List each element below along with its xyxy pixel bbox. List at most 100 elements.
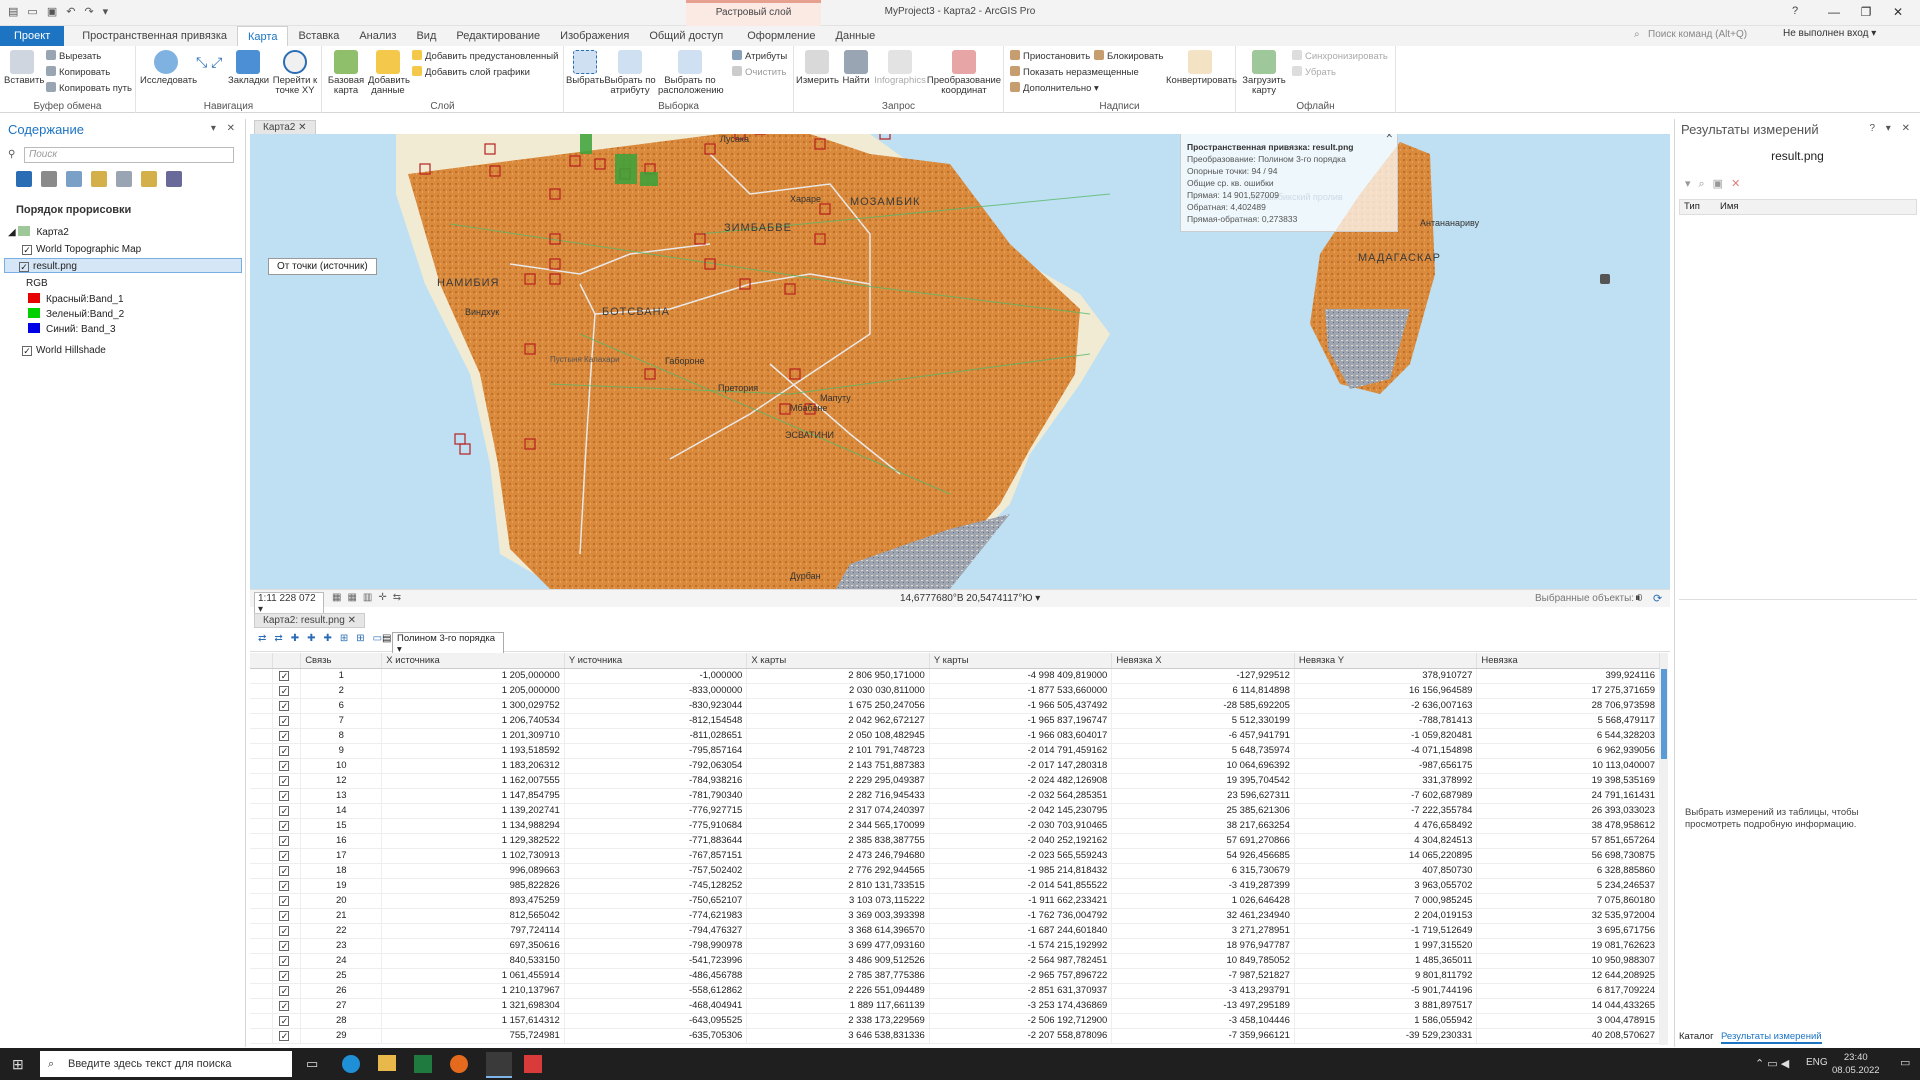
tab-edit[interactable]: Редактирование [446, 26, 550, 46]
layer-visibility-checkbox[interactable]: ✓ [19, 262, 29, 272]
check-icon[interactable]: ✓ [279, 791, 290, 801]
check-icon[interactable]: ✓ [279, 941, 290, 951]
show-unplaced-button[interactable]: Показать неразмещенные [1010, 66, 1139, 78]
layer-visibility-checkbox[interactable]: ✓ [22, 245, 32, 255]
row-header[interactable] [250, 893, 273, 909]
row-header[interactable] [250, 923, 273, 939]
data-source-icon[interactable] [41, 171, 57, 187]
selected-features-count[interactable]: Выбранные объекты: 0 [1535, 593, 1642, 604]
arcgis-pro-icon[interactable] [486, 1052, 512, 1078]
table-row[interactable]: ✓ 7 1 206,740534 -812,154548 2 042 962,67212… [250, 713, 1660, 729]
row-header[interactable] [250, 668, 273, 684]
layer-visibility-checkbox[interactable]: ✓ [22, 346, 32, 356]
layer-world-hillshade[interactable]: ✓ World Hillshade [22, 343, 106, 358]
row-header[interactable] [250, 698, 273, 714]
check-icon[interactable]: ✓ [279, 761, 290, 771]
notifications-icon[interactable]: ▭ [1900, 1056, 1910, 1069]
check-icon[interactable]: ✓ [279, 926, 290, 936]
find-button[interactable]: Найти [838, 50, 874, 86]
tab-georeference[interactable]: Пространственная привязка [72, 26, 237, 46]
table-row[interactable]: ✓ 13 1 147,854795 -781,790340 2 282 716,9454… [250, 788, 1660, 804]
check-icon[interactable]: ✓ [279, 851, 290, 861]
row-header[interactable] [250, 788, 273, 804]
table-row[interactable]: ✓ 6 1 300,029752 -830,923044 1 675 250,24705… [250, 698, 1660, 714]
file-explorer-icon[interactable] [378, 1055, 396, 1071]
map-nav-tools-icon[interactable]: ▦▦▥✛⇆ [332, 592, 407, 603]
row-header[interactable] [250, 773, 273, 789]
table-row[interactable]: ✓ 9 1 193,518592 -795,857164 2 101 791,74872… [250, 743, 1660, 759]
filter-icon[interactable]: ⚲ [8, 149, 15, 160]
convert-coordinates-button[interactable]: Преобразование координат [926, 50, 1002, 96]
map-view[interactable]: НАМИБИЯ БОТСВАНА ЗИМБАБВЕ МОЗАМБИК МАДАГ… [250, 134, 1670, 589]
copy-button[interactable]: Копировать [46, 66, 110, 78]
tab-appearance[interactable]: Оформление [737, 26, 825, 46]
layer-result-png[interactable]: ✓ result.png [4, 258, 242, 273]
col-x-source[interactable]: X источника [381, 653, 565, 669]
row-header[interactable] [250, 863, 273, 879]
refresh-icon[interactable]: ⟳ [1653, 592, 1662, 605]
col-residual-y[interactable]: Невязка Y [1294, 653, 1478, 669]
check-icon[interactable]: ✓ [279, 686, 290, 696]
tab-insert[interactable]: Вставка [288, 26, 349, 46]
check-icon[interactable]: ✓ [279, 1031, 290, 1041]
row-header[interactable] [250, 713, 273, 729]
link-checkbox[interactable]: ✓ [272, 908, 302, 924]
cut-button[interactable]: Вырезать [46, 50, 101, 62]
row-header[interactable] [250, 743, 273, 759]
link-checkbox[interactable]: ✓ [272, 668, 302, 684]
row-header[interactable] [250, 803, 273, 819]
table-row[interactable]: ✓ 23 697,350616 -798,990978 3 699 477,093160… [250, 938, 1660, 954]
row-header[interactable] [250, 1013, 273, 1029]
table-row[interactable]: ✓ 2 1 205,000000 -833,000000 2 030 030,81100… [250, 683, 1660, 699]
charts-icon[interactable] [166, 171, 182, 187]
table-row[interactable]: ✓ 27 1 321,698304 -468,404941 1 889 117,6611… [250, 998, 1660, 1014]
labeling-icon[interactable] [141, 171, 157, 187]
sign-in-status[interactable]: Не выполнен вход ▾ [1783, 28, 1876, 39]
draw-order-icon[interactable] [16, 171, 32, 187]
tab-imagery[interactable]: Изображения [550, 26, 639, 46]
tab-map[interactable]: Карта [237, 26, 289, 46]
check-icon[interactable]: ✓ [279, 731, 290, 741]
pane-controls-icon[interactable]: ? ▾ ✕ [1869, 123, 1914, 134]
check-icon[interactable]: ✓ [279, 836, 290, 846]
tab-analysis[interactable]: Анализ [349, 26, 406, 46]
link-checkbox[interactable]: ✓ [272, 878, 302, 894]
col-x-map[interactable]: X карты [746, 653, 930, 669]
row-header[interactable] [250, 878, 273, 894]
add-data-button[interactable]: Добавить данные [368, 50, 410, 96]
infographics-button[interactable]: Infographics [874, 50, 926, 86]
row-header[interactable] [250, 683, 273, 699]
clock[interactable]: 23:40 08.05.2022 [1832, 1051, 1880, 1077]
tab-control-points[interactable]: Карта2: result.png ✕ [254, 613, 365, 628]
table-row[interactable]: ✓ 17 1 102,730913 -767,857151 2 473 246,7946… [250, 848, 1660, 864]
table-row[interactable]: ✓ 20 893,475259 -750,652107 3 103 073,115222… [250, 893, 1660, 909]
link-checkbox[interactable]: ✓ [272, 998, 302, 1014]
link-checkbox[interactable]: ✓ [272, 788, 302, 804]
table-row[interactable]: ✓ 28 1 157,614312 -643,095525 2 338 173,2295… [250, 1013, 1660, 1029]
check-icon[interactable]: ✓ [279, 806, 290, 816]
table-row[interactable]: ✓ 12 1 162,007555 -784,938216 2 229 295,0493… [250, 773, 1660, 789]
labeling-more-button[interactable]: Дополнительно ▾ [1010, 82, 1099, 94]
link-checkbox[interactable]: ✓ [272, 848, 302, 864]
link-checkbox[interactable]: ✓ [272, 968, 302, 984]
tab-measurement-results[interactable]: Результаты измерений [1721, 1031, 1822, 1044]
check-icon[interactable]: ✓ [279, 821, 290, 831]
add-graphics-layer-button[interactable]: Добавить слой графики [412, 66, 530, 78]
lock-labels-button[interactable]: Блокировать [1094, 50, 1163, 62]
link-checkbox[interactable]: ✓ [272, 833, 302, 849]
check-icon[interactable]: ✓ [279, 1001, 290, 1011]
row-header[interactable] [250, 998, 273, 1014]
tab-map-view[interactable]: Карта2 ✕ [254, 120, 316, 135]
link-checkbox[interactable]: ✓ [272, 728, 302, 744]
language-indicator[interactable]: ENG [1806, 1057, 1828, 1068]
pause-drawing-icon[interactable]: ⏸ [1635, 592, 1641, 605]
layer-world-topographic[interactable]: ✓ World Topographic Map [22, 242, 141, 257]
table-row[interactable]: ✓ 24 840,533150 -541,723996 3 486 909,512526… [250, 953, 1660, 969]
link-checkbox[interactable]: ✓ [272, 773, 302, 789]
tray-icons[interactable]: ⌃ ▭ ◀ [1755, 1057, 1789, 1070]
results-toolbar-icon[interactable]: ▾⌕▣✕ [1685, 177, 1748, 191]
remove-offline-button[interactable]: Убрать [1292, 66, 1336, 78]
table-row[interactable]: ✓ 22 797,724114 -794,476327 3 368 614,396570… [250, 923, 1660, 939]
row-header[interactable] [250, 908, 273, 924]
selection-icon[interactable] [66, 171, 82, 187]
